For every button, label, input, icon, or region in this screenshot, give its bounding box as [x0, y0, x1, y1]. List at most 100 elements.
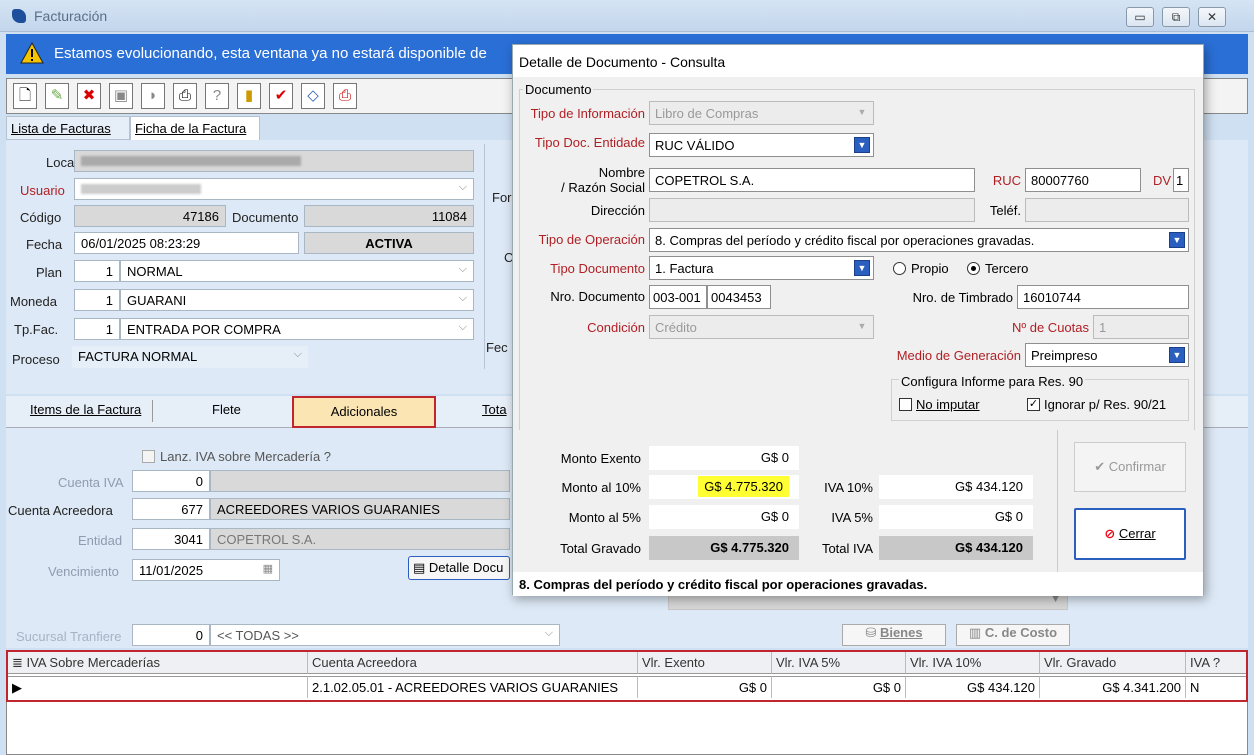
- totals-panel: Monto Exento G$ 0 Monto al 10% G$ 4.775.…: [513, 430, 1057, 572]
- propio-label: Propio: [911, 261, 949, 276]
- usuario-field[interactable]: ⌵: [74, 178, 474, 200]
- grid-header-iva10[interactable]: Vlr. IVA 10%: [906, 652, 1040, 674]
- fecha-label: Fecha: [26, 237, 63, 252]
- edit-icon[interactable]: ✎: [45, 83, 69, 109]
- ignorar-checkbox[interactable]: ✓: [1027, 398, 1040, 411]
- app-logo-icon: [12, 9, 26, 23]
- tipo-op-select[interactable]: 8. Compras del período y crédito fiscal …: [649, 228, 1189, 252]
- cancel-icon: ⊘: [1104, 526, 1119, 541]
- delete-icon[interactable]: ✖: [77, 83, 101, 109]
- tab-adicionales[interactable]: Adicionales: [292, 396, 436, 428]
- tipo-doc-ent-select[interactable]: RUC VÁLIDO ▼: [649, 133, 874, 157]
- sucursal-select[interactable]: << TODAS >> ⌵: [210, 624, 560, 646]
- sound-icon[interactable]: ◗: [141, 83, 165, 109]
- grid-cell-exento[interactable]: G$ 0: [638, 676, 772, 698]
- direccion-label: Dirección: [590, 203, 645, 218]
- centro-costo-button[interactable]: ▥ C. de Costo: [956, 624, 1070, 646]
- entidad-num[interactable]: 3041: [132, 528, 210, 550]
- tab-ficha-factura[interactable]: Ficha de la Factura: [130, 116, 260, 140]
- print-cancel-icon[interactable]: ⎙: [333, 83, 357, 109]
- check-icon[interactable]: ✔: [269, 83, 293, 109]
- plan-select[interactable]: NORMAL ⌵: [120, 260, 474, 282]
- exit-door-icon[interactable]: ▮: [237, 83, 261, 109]
- no-imputar-label: No imputar: [916, 397, 980, 412]
- proceso-select[interactable]: FACTURA NORMAL ⌵: [72, 346, 308, 368]
- dv-field[interactable]: 1: [1173, 168, 1189, 192]
- chart-icon: ▥: [968, 625, 985, 640]
- grid-header-cuenta[interactable]: Cuenta Acreedora: [308, 652, 638, 674]
- eraser-icon[interactable]: ◇: [301, 83, 325, 109]
- nombre-field[interactable]: COPETROL S.A.: [649, 168, 975, 192]
- sucursal-num[interactable]: 0: [132, 624, 210, 646]
- lanz-iva-checkbox[interactable]: [142, 450, 155, 463]
- direccion-field: [649, 198, 975, 222]
- tipo-documento-select[interactable]: 1. Factura ▼: [649, 256, 874, 280]
- plan-label: Plan: [36, 265, 63, 280]
- plan-num-field[interactable]: 1: [74, 260, 120, 282]
- tercero-radio[interactable]: [967, 262, 980, 275]
- minimize-button[interactable]: ▭: [1126, 7, 1154, 27]
- tab-items-factura[interactable]: Items de la Factura: [30, 402, 141, 417]
- grid-cell-iva10[interactable]: G$ 434.120: [906, 676, 1040, 698]
- grid-cell-cuenta[interactable]: 2.1.02.05.01 - ACREEDORES VARIOS GUARANI…: [308, 676, 638, 698]
- nro-doc-numero[interactable]: 0043453: [707, 285, 771, 309]
- grid-header-iva-q[interactable]: IVA ?: [1186, 652, 1246, 674]
- vencimiento-field[interactable]: 11/01/2025 ▦: [132, 559, 280, 581]
- nro-timbrado-field[interactable]: 16010744: [1017, 285, 1189, 309]
- sucursal-label: Sucursal Tranfiere: [16, 629, 122, 644]
- grid-header-iva5[interactable]: Vlr. IVA 5%: [772, 652, 906, 674]
- grid-header-exento[interactable]: Vlr. Exento: [638, 652, 772, 674]
- grid-header-iva-merc[interactable]: ≣ IVA Sobre Mercaderías: [8, 652, 308, 674]
- tpfac-num-field[interactable]: 1: [74, 318, 120, 340]
- fecha-field[interactable]: 06/01/2025 08:23:29: [74, 232, 299, 254]
- group-label: Documento: [523, 82, 594, 97]
- vencimiento-label: Vencimiento: [48, 564, 119, 579]
- grid-empty-area: [6, 702, 1248, 755]
- propio-radio[interactable]: [893, 262, 906, 275]
- monto10-value: G$ 4.775.320: [698, 476, 789, 497]
- grid-header-gravado[interactable]: Vlr. Gravado: [1040, 652, 1186, 674]
- no-imputar-checkbox[interactable]: [899, 398, 912, 411]
- total-gravado-label: Total Gravado: [560, 541, 641, 556]
- documento-label: Documento: [232, 210, 299, 225]
- iva5-label: IVA 5%: [831, 510, 873, 525]
- usuario-label: Usuario: [20, 183, 65, 198]
- bienes-button[interactable]: ⛁ Bienes: [842, 624, 946, 646]
- close-window-button[interactable]: ✕: [1198, 7, 1226, 27]
- grid-cell-iva-q[interactable]: N: [1186, 676, 1246, 698]
- cuenta-acreedora-num[interactable]: 677: [132, 498, 210, 520]
- tab-lista-facturas[interactable]: Lista de Facturas: [6, 116, 130, 140]
- iva-grid: ≣ IVA Sobre Mercaderías Cuenta Acreedora…: [6, 650, 1248, 702]
- maximize-button[interactable]: ⧉: [1162, 7, 1190, 27]
- dialog-title: Detalle de Documento - Consulta: [513, 45, 1203, 77]
- check-icon: ✔: [1094, 459, 1109, 474]
- lanz-iva-label: Lanz. IVA sobre Mercadería ?: [160, 449, 332, 464]
- table-row[interactable]: ▶: [8, 676, 308, 698]
- config-label: Configura Informe para Res. 90: [899, 374, 1086, 389]
- moneda-select[interactable]: GUARANI ⌵: [120, 289, 474, 311]
- monto5-label: Monto al 5%: [568, 510, 641, 525]
- grid-cell-gravado[interactable]: G$ 4.341.200: [1040, 676, 1186, 698]
- save-icon[interactable]: ▣: [109, 83, 133, 109]
- nro-doc-serie[interactable]: 003-001: [649, 285, 707, 309]
- help-icon[interactable]: ?: [205, 83, 229, 109]
- ruc-field[interactable]: 80007760: [1025, 168, 1141, 192]
- tab-flete[interactable]: Flete: [212, 402, 241, 417]
- new-document-icon[interactable]: 🗋: [13, 83, 37, 109]
- grid-menu-icon[interactable]: ≣: [12, 655, 27, 670]
- print-icon[interactable]: ⎙: [173, 83, 197, 109]
- medio-select[interactable]: Preimpreso ▼: [1025, 343, 1189, 367]
- moneda-num-field[interactable]: 1: [74, 289, 120, 311]
- detalle-documento-button[interactable]: ▤ Detalle Docu: [408, 556, 510, 580]
- calendar-icon[interactable]: ▦: [263, 562, 273, 575]
- medio-label: Medio de Generación: [896, 348, 1021, 363]
- cuenta-iva-num[interactable]: 0: [132, 470, 210, 492]
- confirmar-button[interactable]: ✔ Confirmar: [1074, 442, 1186, 492]
- side-label-fec: Fec: [486, 340, 508, 355]
- tab-totales[interactable]: Tota: [482, 402, 507, 417]
- telef-label: Teléf.: [989, 203, 1021, 218]
- cerrar-button[interactable]: ⊘ Cerrar: [1074, 508, 1186, 560]
- tpfac-select[interactable]: ENTRADA POR COMPRA ⌵: [120, 318, 474, 340]
- grid-cell-iva5[interactable]: G$ 0: [772, 676, 906, 698]
- tercero-label: Tercero: [985, 261, 1029, 276]
